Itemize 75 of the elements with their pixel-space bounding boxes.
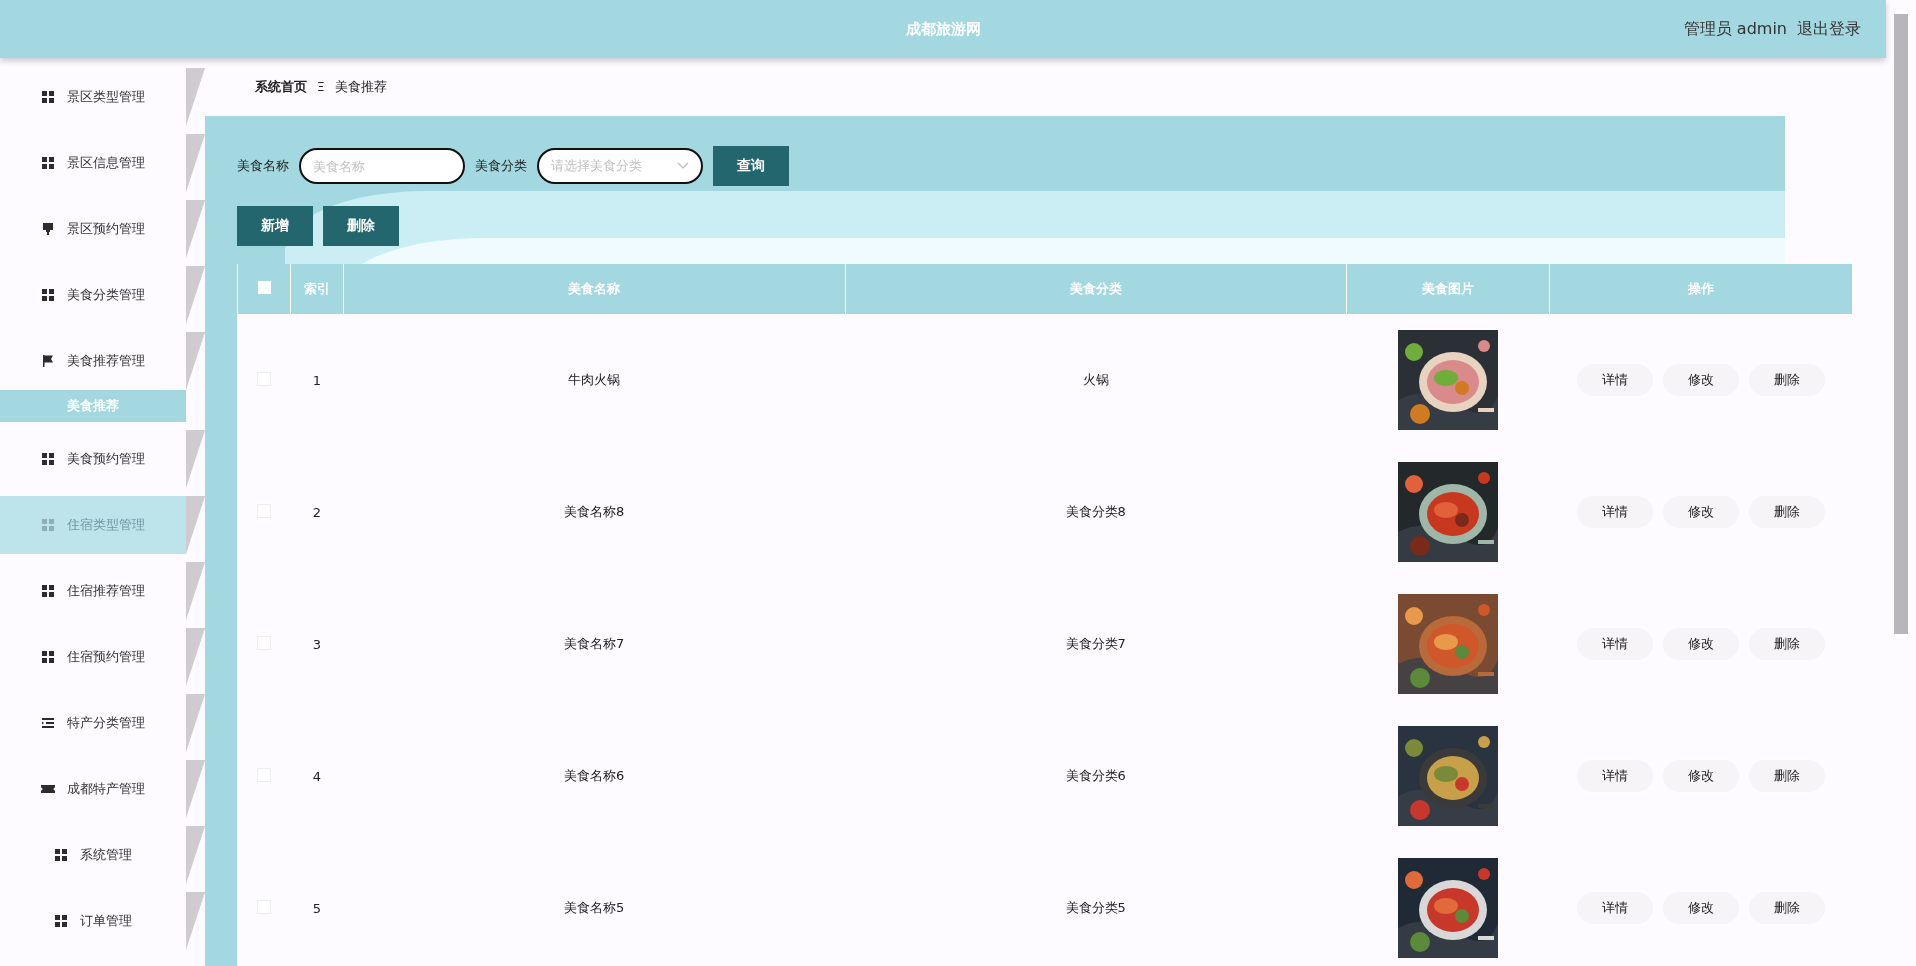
tab-edge-drawing — [186, 200, 205, 258]
column-header: 索引 — [290, 264, 344, 314]
table-cell: 1 — [312, 372, 322, 388]
user-label: 管理员 admin — [1683, 18, 1787, 40]
tab-edge-drawing — [186, 628, 205, 686]
edit-button[interactable]: 修改 — [1662, 760, 1739, 792]
column-header: 美食图片 — [1346, 264, 1550, 314]
grid-icon — [41, 288, 55, 302]
edit-button[interactable]: 修改 — [1662, 496, 1739, 528]
detail-button[interactable]: 详情 — [1576, 628, 1653, 660]
delete-button[interactable]: 删除 — [323, 206, 399, 246]
grid-icon — [41, 90, 55, 104]
tab-edge-drawing — [186, 266, 205, 324]
detail-button[interactable]: 详情 — [1576, 892, 1653, 924]
tab-edge-drawing — [186, 892, 205, 950]
tab-edge-drawing — [186, 430, 205, 488]
edit-button[interactable]: 修改 — [1662, 892, 1739, 924]
detail-button[interactable]: 详情 — [1576, 364, 1653, 396]
add-button[interactable]: 新增 — [237, 206, 313, 246]
grid-icon — [41, 452, 55, 466]
table-cell: 美食分类5 — [1065, 900, 1126, 915]
select-all-checkbox[interactable] — [257, 281, 271, 294]
table-cell: 4 — [312, 768, 322, 784]
table-cell: 美食名称8 — [564, 504, 625, 519]
table-cell: 美食名称5 — [564, 900, 625, 915]
delete-button[interactable]: 删除 — [1748, 364, 1825, 396]
field-label: 美食名称 — [237, 157, 289, 175]
paint-brush-icon — [41, 222, 55, 236]
column-header: 美食分类 — [845, 264, 1347, 314]
breadcrumb-separator: Ξ — [317, 80, 325, 94]
grid-icon — [41, 584, 55, 598]
detail-button[interactable]: 详情 — [1576, 496, 1653, 528]
grid-icon — [41, 156, 55, 170]
search-button[interactable]: 查询 — [713, 146, 789, 186]
tab-edge-drawing — [186, 826, 205, 884]
tab-edge-drawing — [186, 332, 205, 390]
table-cell: 2 — [312, 504, 322, 520]
field-label: 美食分类 — [475, 157, 527, 175]
grid-icon — [54, 848, 68, 862]
chevron-down-icon — [677, 162, 689, 170]
search-field[interactable]: 美食名称 — [299, 148, 465, 184]
column-header: 操作 — [1549, 264, 1852, 314]
grid-icon — [54, 914, 68, 928]
site-title: 成都旅游网 — [905, 19, 981, 39]
table-cell: 火锅 — [1082, 372, 1109, 387]
edit-button[interactable]: 修改 — [1662, 364, 1739, 396]
tab-edge-drawing — [186, 760, 205, 818]
grid-icon — [41, 650, 55, 664]
delete-button[interactable]: 删除 — [1748, 628, 1825, 660]
tab-edge-drawing — [186, 134, 205, 192]
tab-edge-drawing — [186, 694, 205, 752]
delete-button[interactable]: 删除 — [1748, 496, 1825, 528]
grid-icon — [41, 518, 55, 532]
delete-button[interactable]: 删除 — [1748, 892, 1825, 924]
edit-button[interactable]: 修改 — [1662, 628, 1739, 660]
flag-icon — [41, 354, 55, 368]
table-cell: 牛肉火锅 — [568, 372, 621, 387]
table-cell: 美食分类6 — [1065, 768, 1126, 783]
breadcrumb-current: 美食推荐 — [334, 78, 387, 96]
delete-button[interactable]: 删除 — [1748, 760, 1825, 792]
table-cell: 美食分类8 — [1065, 504, 1126, 519]
logout-link[interactable]: 退出登录 — [1797, 18, 1861, 40]
table-cell: 美食名称7 — [564, 636, 625, 651]
tab-edge-drawing — [186, 496, 205, 554]
tab-edge-drawing — [186, 562, 205, 620]
breadcrumb-link[interactable]: 系统首页 — [255, 78, 307, 96]
list-icon — [41, 716, 55, 730]
ticket-icon — [41, 782, 55, 796]
table-cell: 5 — [312, 900, 322, 916]
table-cell: 美食分类7 — [1065, 636, 1126, 651]
tab-edge-drawing — [186, 68, 205, 126]
table-cell: 美食名称6 — [564, 768, 625, 783]
detail-button[interactable]: 详情 — [1576, 760, 1653, 792]
column-header: 美食名称 — [343, 264, 845, 314]
table-cell: 3 — [312, 636, 322, 652]
